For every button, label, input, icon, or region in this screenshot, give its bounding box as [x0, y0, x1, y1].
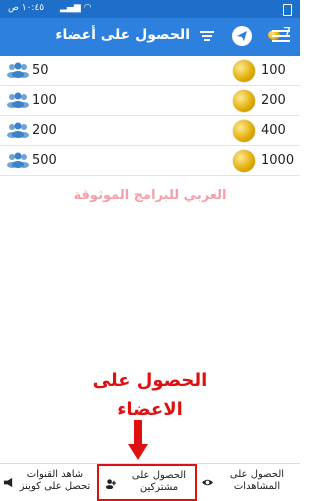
member-count: 50: [32, 63, 49, 78]
annotation-line2: الاعضاء: [117, 399, 183, 420]
filter-icon[interactable]: [200, 29, 214, 43]
coin-icon: [233, 150, 255, 172]
offer-row[interactable]: 500 1000: [0, 146, 300, 176]
coin-price: 200: [261, 93, 286, 108]
offers-list: 50 100 100 200 200 400 500 1000: [0, 56, 300, 176]
people-icon: [7, 62, 29, 78]
member-count: 100: [32, 93, 57, 108]
coin-price: 400: [261, 123, 286, 138]
people-icon: [7, 122, 29, 138]
nav-get-views[interactable]: الحصول على المشاهدات: [197, 464, 300, 501]
offer-row[interactable]: 100 200: [0, 86, 300, 116]
offer-row[interactable]: 50 100: [0, 56, 300, 86]
nav-watch-channels[interactable]: شاهد القنوات تحصل على كوينز: [0, 464, 97, 501]
megaphone-icon: [3, 477, 13, 488]
telegram-icon[interactable]: [232, 26, 252, 46]
watermark: العربي للبرامج الموثوقة: [73, 188, 227, 203]
people-icon: [7, 92, 29, 108]
annotation-line1: الحصول على: [92, 370, 208, 391]
offer-row[interactable]: 200 400: [0, 116, 300, 146]
nav-label: الحصول على المشاهدات: [229, 469, 285, 492]
arrow-down-icon: [128, 420, 148, 460]
app-bar: 7 الحصول على أعضاء: [0, 18, 300, 56]
coin-icon: [233, 60, 255, 82]
member-count: 200: [32, 123, 57, 138]
eye-icon: [202, 479, 213, 486]
member-count: 500: [32, 153, 57, 168]
signal-icons: ▂▄▆ ◠: [60, 3, 92, 13]
nav-get-subscribers[interactable]: الحصول على مشتركين: [97, 464, 197, 501]
menu-icon[interactable]: [272, 27, 290, 43]
status-bar: ١٠:٤٥ ص ▂▄▆ ◠: [0, 0, 300, 18]
status-time: ١٠:٤٥ ص: [8, 3, 45, 13]
coin-price: 100: [261, 63, 286, 78]
coin-icon: [233, 90, 255, 112]
nav-label: شاهد القنوات تحصل على كوينز: [19, 469, 91, 492]
coin-price: 1000: [261, 153, 295, 168]
nav-label: الحصول على مشتركين: [131, 470, 187, 493]
battery-icon: [283, 4, 292, 16]
add-user-icon: [105, 479, 116, 489]
page-title: الحصول على أعضاء: [55, 27, 190, 43]
bottom-nav: شاهد القنوات تحصل على كوينز الحصول على م…: [0, 463, 300, 501]
coin-icon: [233, 120, 255, 142]
people-icon: [7, 152, 29, 168]
